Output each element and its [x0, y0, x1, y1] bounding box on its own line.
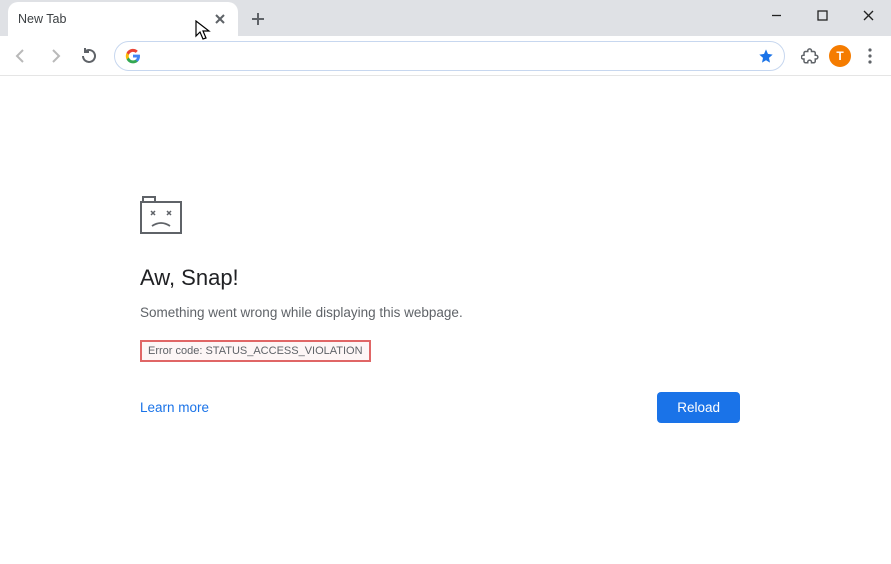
sad-folder-icon — [140, 196, 182, 234]
learn-more-link[interactable]: Learn more — [140, 400, 209, 415]
error-message: Something went wrong while displaying th… — [140, 305, 891, 320]
window-controls — [753, 0, 891, 30]
error-code: Error code: STATUS_ACCESS_VIOLATION — [140, 340, 371, 362]
kebab-menu-button[interactable] — [855, 41, 885, 71]
bookmark-star-icon[interactable] — [758, 48, 774, 64]
new-tab-button[interactable] — [244, 5, 272, 33]
google-icon — [125, 48, 141, 64]
reload-button[interactable] — [74, 41, 104, 71]
profile-avatar[interactable]: T — [829, 45, 851, 67]
titlebar: New Tab — [0, 0, 891, 36]
error-footer: Learn more Reload — [140, 392, 740, 423]
forward-button[interactable] — [40, 41, 70, 71]
error-page: Aw, Snap! Something went wrong while dis… — [0, 76, 891, 423]
tab-title: New Tab — [18, 12, 66, 26]
toolbar: T — [0, 36, 891, 76]
error-heading: Aw, Snap! — [140, 265, 891, 291]
back-button[interactable] — [6, 41, 36, 71]
window-minimize-button[interactable] — [753, 0, 799, 30]
address-bar[interactable] — [114, 41, 785, 71]
extensions-button[interactable] — [795, 41, 825, 71]
reload-page-button[interactable]: Reload — [657, 392, 740, 423]
avatar-initial: T — [836, 49, 843, 63]
window-maximize-button[interactable] — [799, 0, 845, 30]
window-close-button[interactable] — [845, 0, 891, 30]
browser-tab[interactable]: New Tab — [8, 2, 238, 36]
tab-close-button[interactable] — [212, 11, 228, 27]
